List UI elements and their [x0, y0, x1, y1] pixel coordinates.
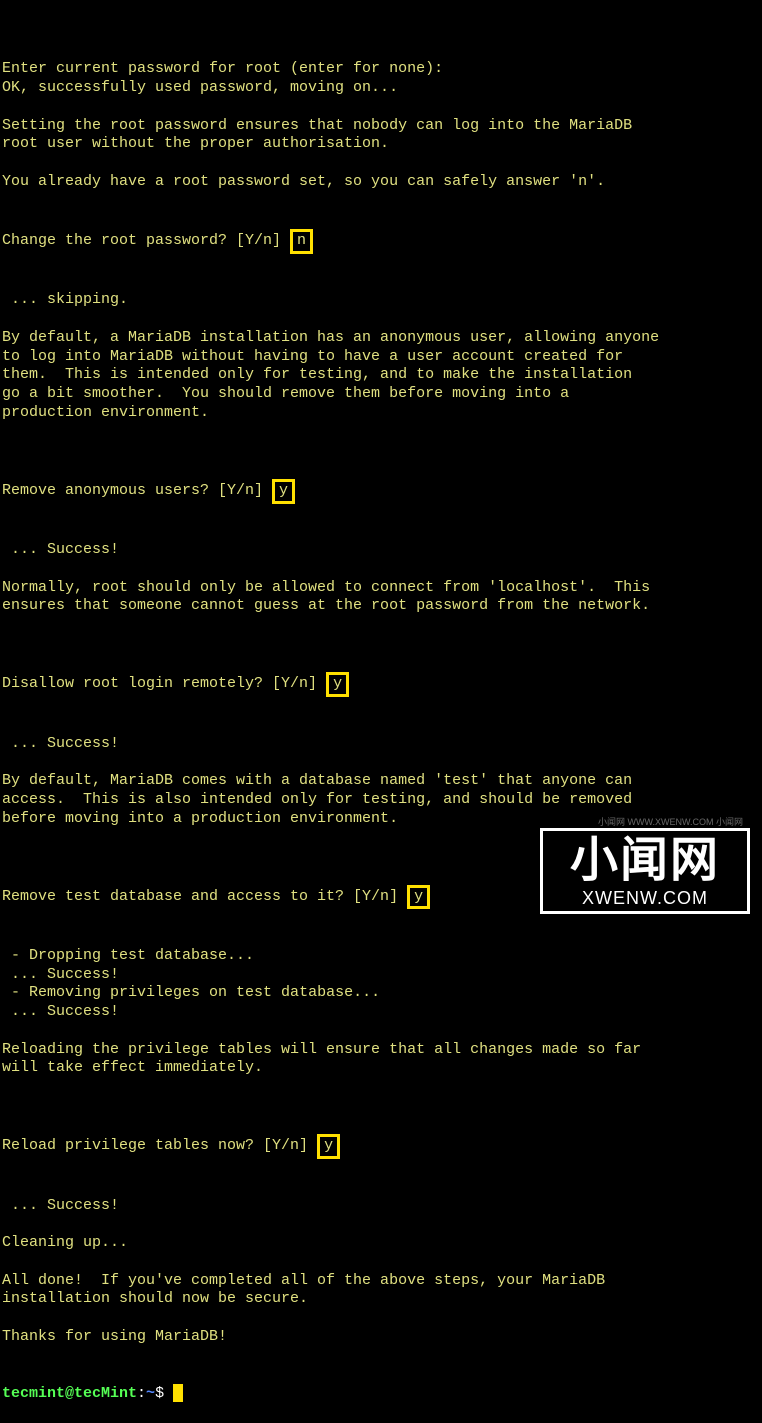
prompt-path: ~	[146, 1385, 155, 1402]
terminal-line: By default, a MariaDB installation has a…	[2, 329, 760, 348]
terminal-line	[2, 1309, 760, 1328]
terminal-line: will take effect immediately.	[2, 1059, 760, 1078]
terminal-line: them. This is intended only for testing,…	[2, 366, 760, 385]
terminal-line: ... Success!	[2, 966, 760, 985]
terminal-line: ensures that someone cannot guess at the…	[2, 597, 760, 616]
watermark-tiny: 小闻网 WWW.XWENW.COM 小闻网	[598, 817, 743, 828]
q4-answer-highlight: y	[407, 885, 430, 910]
q4-prompt: Remove test database and access to it? […	[2, 888, 407, 905]
terminal-line: to log into MariaDB without having to ha…	[2, 348, 760, 367]
terminal-line	[2, 753, 760, 772]
terminal-line: OK, successfully used password, moving o…	[2, 79, 760, 98]
q1-answer-highlight: n	[290, 229, 313, 254]
terminal-line	[2, 310, 760, 329]
shell-prompt-line[interactable]: tecmint@tecMint:~$	[2, 1384, 760, 1404]
terminal-line	[2, 423, 760, 442]
watermark-big: 小闻网	[547, 837, 743, 885]
terminal-output[interactable]: Enter current password for root (enter f…	[2, 4, 760, 1423]
terminal-line: Setting the root password ensures that n…	[2, 117, 760, 136]
terminal-line: root user without the proper authorisati…	[2, 135, 760, 154]
terminal-line: Thanks for using MariaDB!	[2, 1328, 760, 1347]
terminal-line: access. This is also intended only for t…	[2, 791, 760, 810]
terminal-line	[2, 616, 760, 635]
watermark: 小闻网 WWW.XWENW.COM 小闻网 小闻网 XWENW.COM	[540, 828, 750, 915]
terminal-line: installation should now be secure.	[2, 1290, 760, 1309]
prompt-dollar: $	[155, 1385, 173, 1402]
terminal-line: - Removing privileges on test database..…	[2, 984, 760, 1003]
terminal-line	[2, 1215, 760, 1234]
terminal-line: ... Success!	[2, 735, 760, 754]
terminal-line: Enter current password for root (enter f…	[2, 60, 760, 79]
terminal-line	[2, 560, 760, 579]
terminal-line	[2, 1078, 760, 1097]
terminal-line	[2, 1022, 760, 1041]
watermark-small: XWENW.COM	[547, 887, 743, 910]
terminal-line: Normally, root should only be allowed to…	[2, 579, 760, 598]
terminal-line	[2, 98, 760, 117]
q1-prompt: Change the root password? [Y/n]	[2, 232, 290, 249]
terminal-line	[2, 154, 760, 173]
q2-answer-highlight: y	[272, 479, 295, 504]
terminal-line	[2, 42, 760, 61]
terminal-line: go a bit smoother. You should remove the…	[2, 385, 760, 404]
q3-answer-highlight: y	[326, 672, 349, 697]
terminal-line: You already have a root password set, so…	[2, 173, 760, 192]
terminal-line: Cleaning up...	[2, 1234, 760, 1253]
terminal-line	[2, 1253, 760, 1272]
cursor-icon	[173, 1384, 183, 1402]
terminal-line: production environment.	[2, 404, 760, 423]
terminal-line: ... Success!	[2, 1003, 760, 1022]
terminal-line: All done! If you've completed all of the…	[2, 1272, 760, 1291]
terminal-line: ... skipping.	[2, 291, 760, 310]
q5-answer-highlight: y	[317, 1134, 340, 1159]
prompt-user: tecmint@tecMint	[2, 1385, 137, 1402]
terminal-line: Reloading the privilege tables will ensu…	[2, 1041, 760, 1060]
terminal-line: - Dropping test database...	[2, 947, 760, 966]
prompt-separator: :	[137, 1385, 146, 1402]
q3-prompt: Disallow root login remotely? [Y/n]	[2, 675, 326, 692]
terminal-line: ... Success!	[2, 1197, 760, 1216]
terminal-line: By default, MariaDB comes with a databas…	[2, 772, 760, 791]
q5-prompt: Reload privilege tables now? [Y/n]	[2, 1137, 317, 1154]
q2-prompt: Remove anonymous users? [Y/n]	[2, 482, 272, 499]
terminal-line: ... Success!	[2, 541, 760, 560]
